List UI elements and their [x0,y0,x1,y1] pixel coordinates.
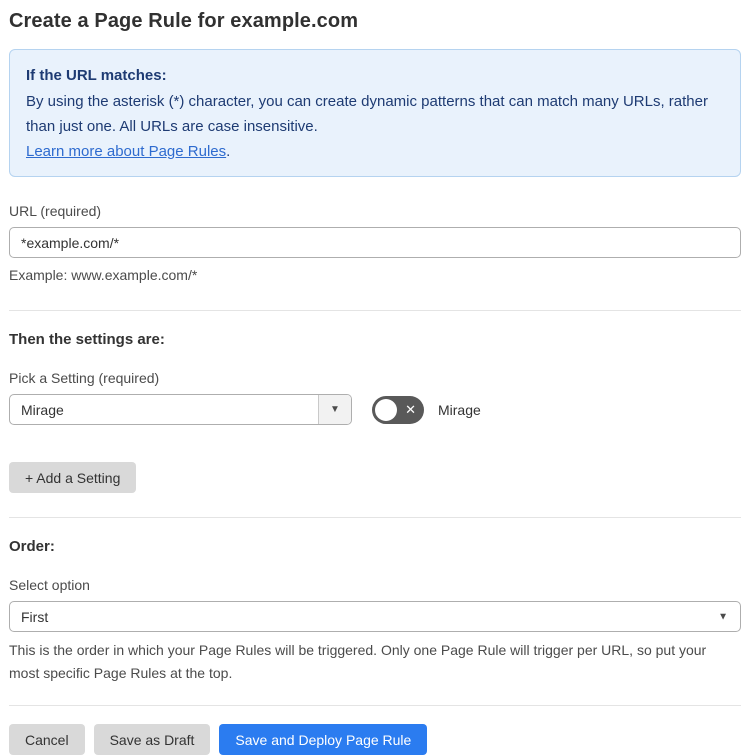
toggle-knob [375,398,397,421]
mirage-toggle-label: Mirage [438,401,481,418]
url-input[interactable] [9,227,741,258]
setting-row: Mirage ▼ ✕ Mirage [9,394,741,425]
divider-before-footer [9,705,741,706]
save-and-deploy-button[interactable]: Save and Deploy Page Rule [219,724,428,755]
url-match-info-box: If the URL matches: By using the asteris… [9,49,741,177]
divider-after-settings [9,517,741,518]
cancel-button[interactable]: Cancel [9,724,85,755]
order-section-heading: Order: [9,538,55,555]
info-link-line: Learn more about Page Rules. [26,139,724,164]
chevron-down-icon: ▼ [330,404,340,415]
order-select-wrapper: First ▼ [9,601,741,632]
order-helper-text: This is the order in which your Page Rul… [9,642,707,681]
page-title: Create a Page Rule for example.com [9,10,359,32]
add-setting-button[interactable]: + Add a Setting [9,462,137,493]
setting-picker-dropdown[interactable]: Mirage ▼ [9,394,352,425]
learn-more-link[interactable]: Learn more about Page Rules [26,143,226,160]
setting-picker-arrow-button[interactable]: ▼ [318,395,351,424]
url-field-helper: Example: www.example.com/* [9,267,198,283]
toggle-off-x-icon: ✕ [405,401,416,417]
save-as-draft-button[interactable]: Save as Draft [93,724,211,755]
create-page-rule-form: Create a Page Rule for example.com If th… [0,0,750,755]
order-select[interactable]: First [9,601,741,632]
info-box-body: By using the asterisk (*) character, you… [26,93,708,135]
settings-section-heading: Then the settings are: [9,331,165,348]
mirage-toggle[interactable]: ✕ [372,395,424,424]
setting-picker-value: Mirage [21,401,64,418]
footer-button-row: Cancel Save as Draft Save and Deploy Pag… [9,724,741,755]
info-box-heading: If the URL matches: [26,67,167,84]
url-field-label: URL (required) [9,203,102,219]
order-select-value: First [21,608,49,625]
pick-setting-label: Pick a Setting (required) [9,370,160,386]
divider-after-url [9,310,741,311]
info-link-suffix: . [226,143,231,160]
select-option-label: Select option [9,577,90,593]
